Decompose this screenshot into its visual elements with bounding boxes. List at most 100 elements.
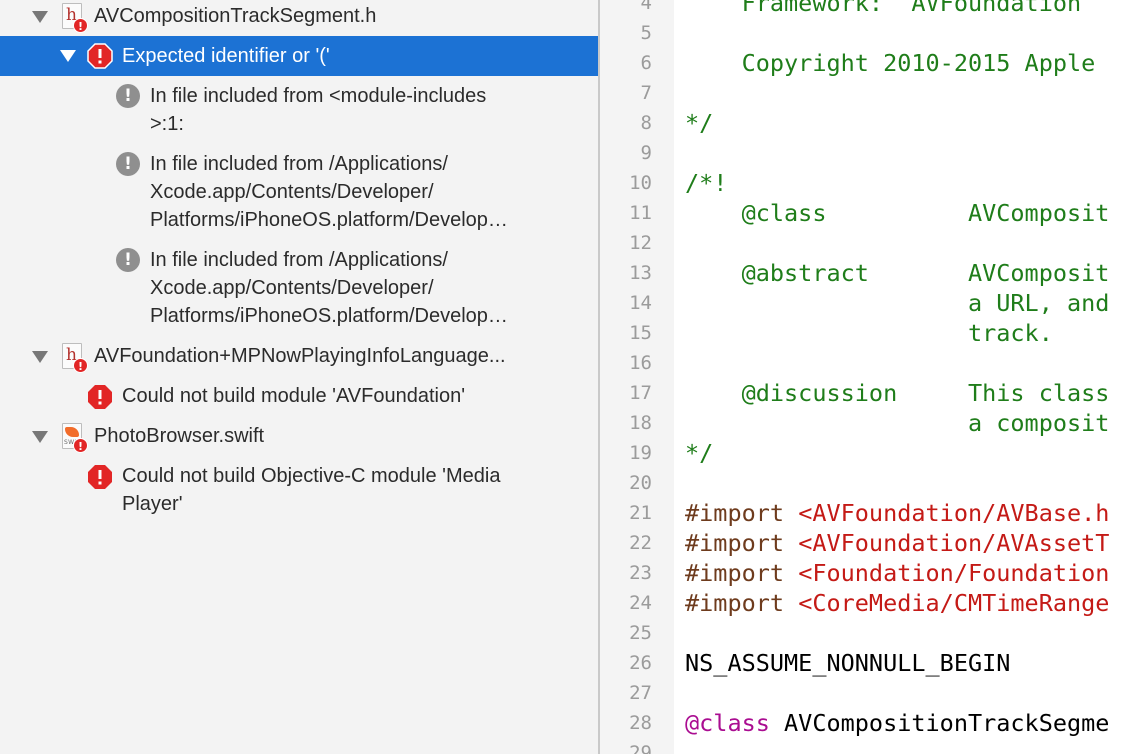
line-number: 14 bbox=[629, 292, 652, 314]
line-number: 13 bbox=[629, 262, 652, 284]
line-number: 19 bbox=[629, 442, 652, 464]
code-token: track. bbox=[685, 319, 1053, 347]
issue-file-row[interactable]: SWIFT ! PhotoBrowser.swift bbox=[0, 420, 598, 456]
code-token: Framework: AVFoundation bbox=[685, 0, 1082, 17]
line-number: 21 bbox=[629, 502, 652, 524]
code-line[interactable]: @class AVCompositionTrackSegme bbox=[685, 708, 1109, 738]
code-token: a composit bbox=[685, 409, 1110, 437]
issue-error-row[interactable]: Expected identifier or '(' bbox=[0, 36, 598, 76]
line-number-gutter: 4 5 6 7 8 9 10 11 12 13 14 15 16 17 18 19 20 21 22 23 24 25 26… bbox=[600, 0, 660, 754]
note-line: In file included from /Applications/ bbox=[150, 153, 448, 175]
code-token: NS_ASSUME_NONNULL_BEGIN bbox=[685, 649, 1011, 677]
code-token: #import bbox=[685, 589, 799, 617]
code-line[interactable]: #import <AVFoundation/AVBase.h bbox=[685, 498, 1109, 528]
swift-file-icon: SWIFT ! bbox=[62, 423, 88, 453]
code-line[interactable]: #import <AVFoundation/AVAssetT bbox=[685, 528, 1109, 558]
line-number: 15 bbox=[629, 322, 652, 344]
code-token: @class AVComposit bbox=[685, 199, 1110, 227]
issue-file-row[interactable]: h ! AVFoundation+MPNowPlayingInfoLanguag… bbox=[0, 340, 598, 376]
line-number: 7 bbox=[640, 82, 652, 104]
line-number: 20 bbox=[629, 472, 652, 494]
note-line: Xcode.app/Contents/Developer/ bbox=[150, 277, 434, 299]
code-token: <AVFoundation/AVAssetT bbox=[798, 529, 1110, 557]
code-line[interactable]: */ bbox=[685, 108, 713, 138]
issue-note-row[interactable]: ! In file included from <module-includes… bbox=[0, 80, 598, 144]
header-file-icon: h ! bbox=[62, 3, 88, 33]
line-number: 29 bbox=[629, 742, 652, 754]
code-token: Copyright 2010-2015 Apple bbox=[685, 49, 1096, 77]
issue-message: Could not build module 'AVFoundation' bbox=[122, 385, 466, 407]
note-line: In file included from <module-includes bbox=[150, 85, 487, 107]
code-line[interactable]: @class AVComposit bbox=[685, 198, 1110, 228]
line-number: 5 bbox=[640, 22, 652, 44]
code-line[interactable]: #import <Foundation/Foundation bbox=[685, 558, 1109, 588]
code-token: @class bbox=[685, 709, 770, 737]
code-line[interactable]: */ bbox=[685, 438, 713, 468]
error-icon bbox=[87, 43, 113, 69]
code-token: */ bbox=[685, 109, 714, 137]
code-token: #import bbox=[685, 499, 799, 527]
note-line: Platforms/iPhoneOS.platform/Develop… bbox=[150, 209, 508, 231]
line-number: 25 bbox=[629, 622, 652, 644]
code-line[interactable]: track. bbox=[685, 318, 1053, 348]
code-line[interactable]: NS_ASSUME_NONNULL_BEGIN bbox=[685, 648, 1010, 678]
issue-error-row[interactable]: Could not build module 'AVFoundation' bbox=[0, 380, 598, 416]
code-line[interactable]: #import <CoreMedia/CMTimeRange bbox=[685, 588, 1109, 618]
line-number: 12 bbox=[629, 232, 652, 254]
note-line: Platforms/iPhoneOS.platform/Develop… bbox=[150, 305, 508, 327]
code-token: <CoreMedia/CMTimeRange bbox=[798, 589, 1110, 617]
code-token: @discussion This class bbox=[685, 379, 1110, 407]
note-line: >:1: bbox=[150, 113, 184, 135]
code-line[interactable]: a composit bbox=[685, 408, 1110, 438]
file-name: PhotoBrowser.swift bbox=[94, 425, 265, 447]
issue-message: Expected identifier or '(' bbox=[122, 45, 330, 67]
error-icon bbox=[88, 465, 112, 489]
line-number: 11 bbox=[629, 202, 652, 224]
line-number: 28 bbox=[629, 712, 652, 734]
code-folding-ribbon[interactable] bbox=[660, 0, 674, 754]
line-number: 18 bbox=[629, 412, 652, 434]
issue-error-row[interactable]: Could not build Objective-C module 'Medi… bbox=[0, 460, 598, 524]
file-name: AVFoundation+MPNowPlayingInfoLanguage... bbox=[94, 345, 506, 367]
line-number: 24 bbox=[629, 592, 652, 614]
source-editor[interactable]: 4 5 6 7 8 9 10 11 12 13 14 15 16 17 18 19 20 21 22 23 24 25 26… bbox=[600, 0, 1146, 754]
issue-file-row[interactable]: h ! AVCompositionTrackSegment.h bbox=[0, 0, 598, 36]
issue-message: Could not build Objective-C module 'Medi… bbox=[122, 465, 501, 487]
line-number: 6 bbox=[640, 52, 652, 74]
line-number: 23 bbox=[629, 562, 652, 584]
line-number: 26 bbox=[629, 652, 652, 674]
code-line[interactable]: @abstract AVComposit bbox=[685, 258, 1110, 288]
error-icon bbox=[88, 385, 112, 409]
note-icon: ! bbox=[116, 152, 140, 176]
line-number: 8 bbox=[640, 112, 652, 134]
code-token: #import bbox=[685, 559, 799, 587]
error-badge-icon: ! bbox=[73, 438, 88, 453]
code-line[interactable]: Copyright 2010-2015 Apple bbox=[685, 48, 1096, 78]
line-number: 22 bbox=[629, 532, 652, 554]
issue-note-row[interactable]: ! In file included from /Applications/ X… bbox=[0, 244, 598, 334]
code-line[interactable]: @discussion This class bbox=[685, 378, 1110, 408]
issue-note-row[interactable]: ! In file included from /Applications/ X… bbox=[0, 148, 598, 238]
line-number: 9 bbox=[640, 142, 652, 164]
code-line[interactable]: a URL, and bbox=[685, 288, 1110, 318]
line-number: 17 bbox=[629, 382, 652, 404]
code-token: AVCompositionTrackSegme bbox=[769, 709, 1110, 737]
code-token: */ bbox=[685, 439, 714, 467]
code-token: @abstract AVComposit bbox=[685, 259, 1110, 287]
note-icon: ! bbox=[116, 248, 140, 272]
code-token: #import bbox=[685, 529, 799, 557]
code-token: a URL, and bbox=[685, 289, 1110, 317]
line-number: 4 bbox=[640, 0, 652, 14]
issue-navigator: h ! AVCompositionTrackSegment.h Expected… bbox=[0, 0, 598, 754]
code-line[interactable]: /*! bbox=[685, 168, 727, 198]
error-badge-icon: ! bbox=[73, 358, 88, 373]
note-line: In file included from /Applications/ bbox=[150, 249, 448, 271]
code-token: <Foundation/Foundation bbox=[798, 559, 1110, 587]
line-number: 16 bbox=[629, 352, 652, 374]
code-token: <AVFoundation/AVBase.h bbox=[798, 499, 1110, 527]
line-number: 27 bbox=[629, 682, 652, 704]
issue-message: Player' bbox=[122, 493, 183, 515]
code-line[interactable]: Framework: AVFoundation bbox=[685, 0, 1082, 18]
line-number: 10 bbox=[629, 172, 652, 194]
error-badge-icon: ! bbox=[73, 18, 88, 33]
